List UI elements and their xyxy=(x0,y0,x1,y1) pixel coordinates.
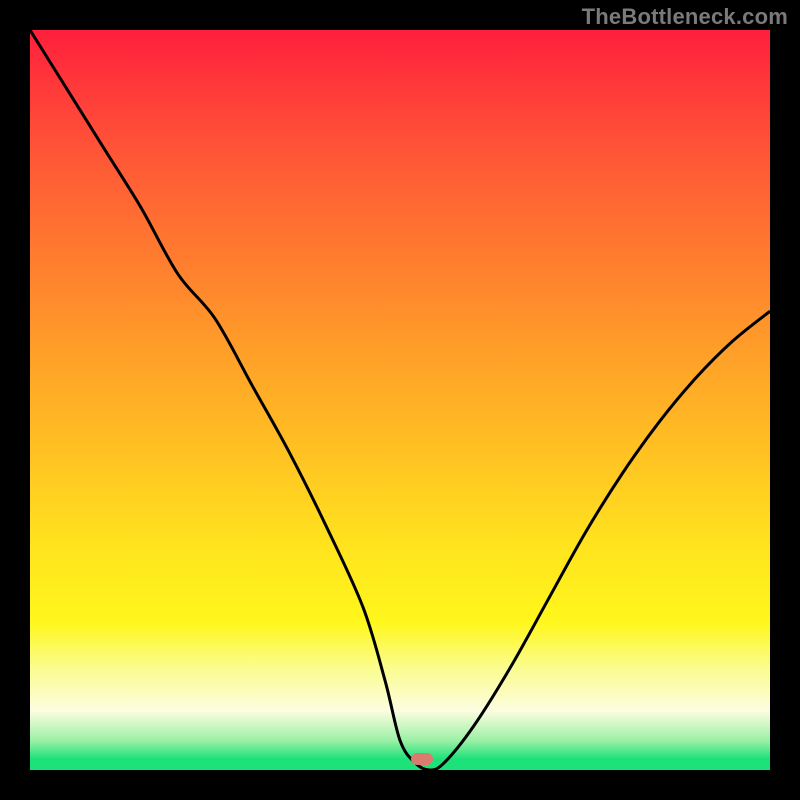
bottleneck-curve xyxy=(30,30,770,770)
minimum-marker xyxy=(411,753,433,765)
plot-area xyxy=(30,30,770,770)
curve-svg xyxy=(30,30,770,770)
watermark-label: TheBottleneck.com xyxy=(582,4,788,30)
